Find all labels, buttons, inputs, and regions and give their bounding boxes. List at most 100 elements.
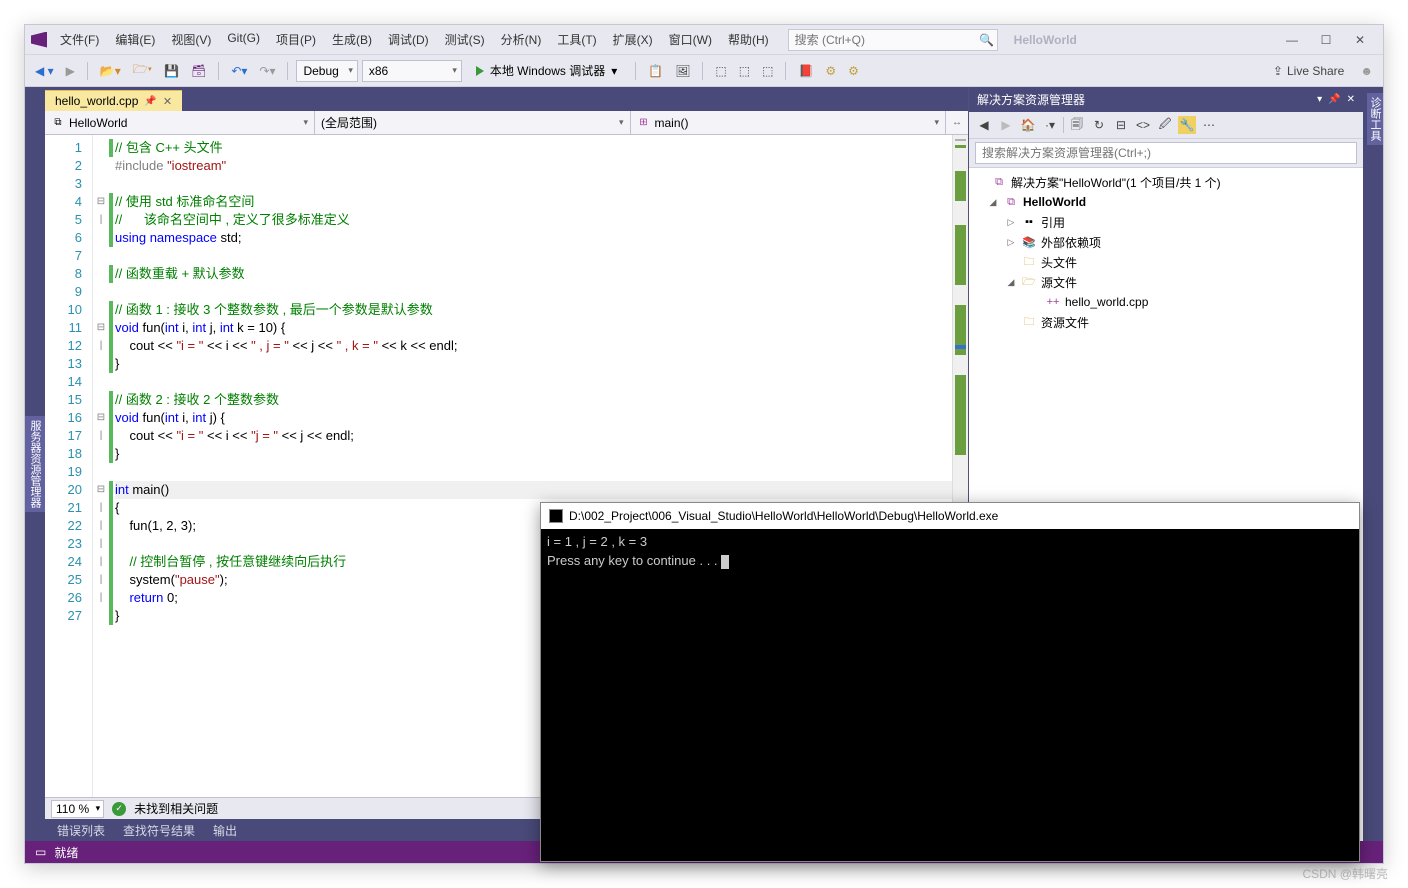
titlebar: 文件(F) 编辑(E) 视图(V) Git(G) 项目(P) 生成(B) 调试(… bbox=[25, 25, 1383, 55]
right-side-tabs: 诊断工具 bbox=[1363, 87, 1383, 841]
run-button[interactable]: 本地 Windows 调试器 ▾ bbox=[466, 59, 627, 83]
console-titlebar[interactable]: D:\002_Project\006_Visual_Studio\HelloWo… bbox=[541, 503, 1359, 529]
tool-icon-7[interactable]: ⚙ bbox=[821, 62, 840, 80]
tool-icon-3[interactable]: ⬚ bbox=[711, 62, 730, 80]
folder-icon: 🗀 bbox=[1021, 313, 1037, 332]
nav-back-icon[interactable]: ◀ bbox=[975, 116, 993, 134]
tree-headers[interactable]: 🗀头文件 bbox=[969, 252, 1363, 272]
refresh-icon[interactable]: ↻ bbox=[1090, 116, 1108, 134]
tree-sources[interactable]: ◢🗁源文件 bbox=[969, 272, 1363, 292]
save-button[interactable]: 💾 bbox=[160, 62, 183, 80]
console-output: i = 1 , j = 2 , k = 3 Press any key to c… bbox=[541, 529, 1359, 861]
tool-icon-2[interactable]: 🖼 bbox=[671, 62, 694, 80]
console-title: D:\002_Project\006_Visual_Studio\HelloWo… bbox=[569, 509, 998, 523]
menu-window[interactable]: 窗口(W) bbox=[662, 27, 719, 52]
config-dropdown[interactable]: Debug bbox=[296, 60, 357, 82]
folder-icon: 🗀 bbox=[1021, 253, 1037, 272]
external-icon: 📚 bbox=[1021, 236, 1037, 249]
menu-build[interactable]: 生成(B) bbox=[325, 27, 379, 52]
nav-split-button[interactable]: ↔ bbox=[946, 111, 968, 134]
properties-icon[interactable]: 🖉 bbox=[1156, 116, 1174, 134]
tree-project[interactable]: ◢⧉HelloWorld bbox=[969, 192, 1363, 212]
menu-project[interactable]: 项目(P) bbox=[269, 27, 323, 52]
dropdown-icon[interactable]: ▾ bbox=[1317, 94, 1322, 105]
share-icon: ⇪ bbox=[1273, 64, 1283, 78]
tool-icon-1[interactable]: 📋 bbox=[644, 62, 667, 80]
watermark: CSDN @韩曙亮 bbox=[1302, 865, 1388, 882]
editor-tab-active[interactable]: hello_world.cpp 📌 ✕ bbox=[45, 90, 182, 111]
project-icon: ⧉ bbox=[1003, 196, 1019, 209]
menu-edit[interactable]: 编辑(E) bbox=[108, 27, 162, 52]
solution-search-input[interactable] bbox=[975, 142, 1357, 164]
feedback-button[interactable]: ☻ bbox=[1356, 62, 1377, 80]
nav-fwd-button[interactable]: ▶ bbox=[62, 62, 79, 80]
tree-refs[interactable]: ▷▪▪引用 bbox=[969, 212, 1363, 232]
console-window[interactable]: D:\002_Project\006_Visual_Studio\HelloWo… bbox=[540, 502, 1360, 862]
tool-icon-6[interactable]: 📕 bbox=[794, 62, 817, 80]
redo-button[interactable]: ↷▾ bbox=[255, 62, 279, 80]
nav-scope-dropdown[interactable]: (全局范围) bbox=[315, 111, 631, 134]
menu-analyze[interactable]: 分析(N) bbox=[494, 27, 549, 52]
maximize-button[interactable]: ☐ bbox=[1309, 33, 1343, 47]
save-all-button[interactable]: 🗃 bbox=[187, 62, 210, 80]
new-item-button[interactable]: 📂▾ bbox=[96, 62, 125, 80]
error-list-tab[interactable]: 错误列表 bbox=[49, 819, 113, 842]
tree-external[interactable]: ▷📚外部依赖项 bbox=[969, 232, 1363, 252]
nav-back-button[interactable]: ◀ ▾ bbox=[31, 62, 58, 80]
minimize-button[interactable]: — bbox=[1275, 33, 1309, 47]
tree-solution-root[interactable]: ⧉解决方案"HelloWorld"(1 个项目/共 1 个) bbox=[969, 172, 1363, 192]
close-button[interactable]: ✕ bbox=[1343, 33, 1377, 47]
menu-tools[interactable]: 工具(T) bbox=[550, 27, 603, 52]
undo-button[interactable]: ↶▾ bbox=[227, 62, 251, 80]
nav-function-dropdown[interactable]: ⊞main() bbox=[631, 111, 947, 134]
quick-search[interactable]: 🔍 bbox=[788, 29, 998, 51]
show-all-icon[interactable]: 🗐 bbox=[1068, 116, 1086, 134]
quick-search-input[interactable] bbox=[789, 33, 977, 47]
cpp-file-icon: ++ bbox=[1045, 296, 1061, 308]
menu-git[interactable]: Git(G) bbox=[220, 27, 267, 52]
folder-open-icon: 🗁 bbox=[1021, 273, 1037, 292]
home-icon[interactable]: 🏠 bbox=[1019, 116, 1037, 134]
server-explorer-tab[interactable]: 服务器资源管理器 bbox=[25, 416, 45, 512]
main-menu: 文件(F) 编辑(E) 视图(V) Git(G) 项目(P) 生成(B) 调试(… bbox=[53, 27, 776, 52]
menu-view[interactable]: 视图(V) bbox=[164, 27, 218, 52]
sync-icon[interactable]: ·▾ bbox=[1041, 116, 1059, 134]
more-icon[interactable]: ⋯ bbox=[1200, 116, 1218, 134]
collapse-icon[interactable]: ⊟ bbox=[1112, 116, 1130, 134]
console-icon bbox=[549, 509, 563, 523]
live-share-button[interactable]: ⇪Live Share bbox=[1273, 64, 1344, 78]
find-results-tab[interactable]: 查找符号结果 bbox=[115, 819, 203, 842]
solution-search bbox=[969, 139, 1363, 168]
close-panel-icon[interactable]: ✕ bbox=[1347, 94, 1355, 105]
line-number-gutter: 1234567891011121314151617181920212223242… bbox=[45, 135, 93, 797]
nav-fwd-icon[interactable]: ▶ bbox=[997, 116, 1015, 134]
menu-extensions[interactable]: 扩展(X) bbox=[606, 27, 660, 52]
tab-label: hello_world.cpp bbox=[55, 94, 138, 108]
solution-explorer-header[interactable]: 解决方案资源管理器 ▾📌✕ bbox=[969, 87, 1363, 112]
tool-icon-5[interactable]: ⬚ bbox=[758, 62, 777, 80]
tree-resources[interactable]: 🗀资源文件 bbox=[969, 312, 1363, 332]
zoom-dropdown[interactable]: 110 % bbox=[51, 800, 104, 818]
open-button[interactable]: 🗁▾ bbox=[129, 58, 156, 83]
fold-gutter[interactable]: ⊟|⊟|⊟|⊟|||||| bbox=[93, 135, 109, 797]
pinned-icon[interactable]: 📌 bbox=[1328, 94, 1340, 105]
function-icon: ⊞ bbox=[637, 116, 651, 130]
solution-toolbar: ◀ ▶ 🏠 ·▾ 🗐 ↻ ⊟ <> 🖉 🔧 ⋯ bbox=[969, 112, 1363, 139]
pin-icon[interactable]: 📌 bbox=[144, 96, 156, 107]
menu-help[interactable]: 帮助(H) bbox=[721, 27, 776, 52]
output-tab[interactable]: 输出 bbox=[205, 819, 245, 842]
platform-dropdown[interactable]: x86 bbox=[362, 60, 462, 82]
menu-debug[interactable]: 调试(D) bbox=[381, 27, 436, 52]
tree-source-file[interactable]: ++hello_world.cpp bbox=[969, 292, 1363, 312]
code-view-icon[interactable]: <> bbox=[1134, 116, 1152, 134]
nav-project-dropdown[interactable]: ⧉HelloWorld bbox=[45, 111, 315, 134]
diagnostics-tab[interactable]: 诊断工具 bbox=[1367, 93, 1383, 145]
search-icon[interactable]: 🔍 bbox=[977, 33, 997, 47]
wrench-icon[interactable]: 🔧 bbox=[1178, 116, 1196, 134]
menu-test[interactable]: 测试(S) bbox=[438, 27, 492, 52]
refs-icon: ▪▪ bbox=[1021, 216, 1037, 228]
close-tab-icon[interactable]: ✕ bbox=[163, 95, 172, 108]
tool-icon-4[interactable]: ⬚ bbox=[735, 62, 754, 80]
tool-icon-8[interactable]: ⚙ bbox=[844, 62, 863, 80]
menu-file[interactable]: 文件(F) bbox=[53, 27, 106, 52]
